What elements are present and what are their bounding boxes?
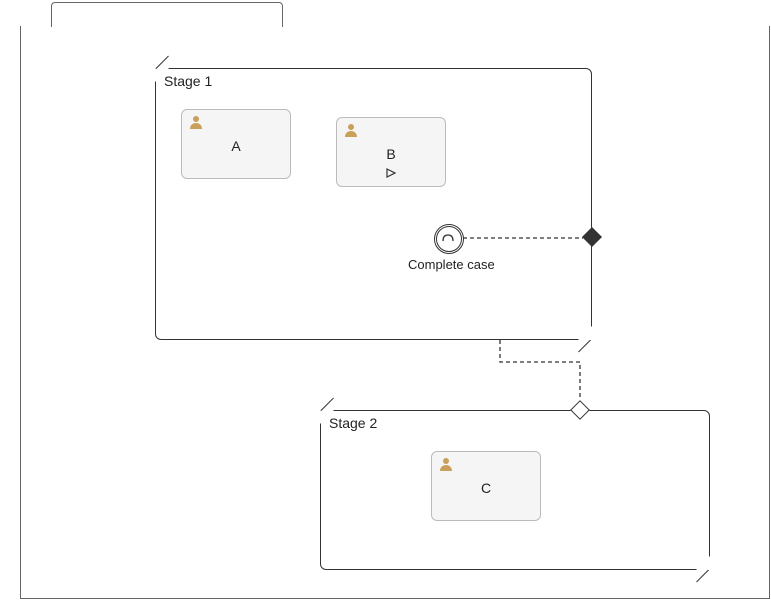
task-b-label: B	[337, 146, 445, 162]
case-plan-tab	[51, 2, 283, 27]
stage-2[interactable]: Stage 2 C	[320, 410, 710, 570]
task-c-label: C	[432, 480, 540, 496]
person-icon	[343, 122, 359, 143]
milestone-complete-case[interactable]	[434, 224, 464, 254]
task-a-label: A	[182, 138, 290, 154]
milestone-label: Complete case	[408, 257, 495, 272]
person-icon	[188, 114, 204, 135]
stage-1-label: Stage 1	[164, 73, 212, 89]
stage-1[interactable]: Stage 1 A B Complete case	[155, 68, 592, 340]
person-icon	[438, 456, 454, 477]
human-task-c[interactable]: C	[431, 451, 541, 521]
human-task-a[interactable]: A	[181, 109, 291, 179]
stage-2-label: Stage 2	[329, 415, 377, 431]
human-task-b[interactable]: B	[336, 117, 446, 187]
cmmn-diagram-canvas: Stage 1 A B Complete case	[0, 0, 771, 601]
manual-activation-icon	[385, 167, 397, 182]
